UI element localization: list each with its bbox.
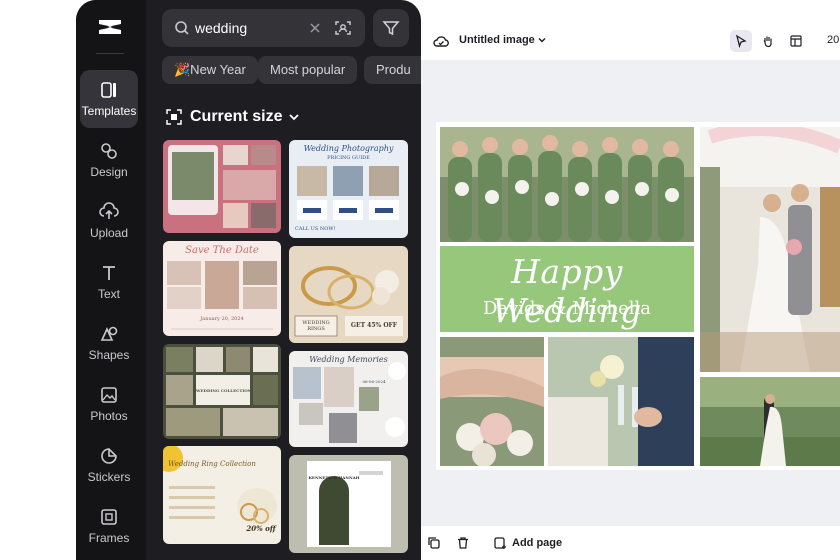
rings-photo[interactable] — [440, 337, 544, 466]
template-card[interactable]: WEDDING RINGS GET 45% OFF — [289, 246, 408, 343]
text-icon — [103, 266, 115, 280]
template-date: 06-06-2024 — [362, 379, 386, 384]
sidebar-item-label: Design — [90, 165, 128, 179]
sidebar-item-label: Templates — [81, 104, 137, 118]
embrace-image — [700, 377, 840, 466]
template-title: WEDDING RINGS — [302, 320, 330, 332]
embrace-photo[interactable] — [700, 377, 840, 466]
template-title: Wedding Photography — [303, 144, 394, 153]
page-actions-bar: Add page — [421, 526, 840, 560]
sidebar-item-frames[interactable]: Frames — [80, 497, 138, 555]
rings-image — [440, 337, 544, 466]
template-subtitle: PRICING GUIDE — [327, 155, 370, 161]
template-offer: 20% off — [246, 524, 276, 533]
sidebar-divider — [96, 53, 124, 54]
search-value: wedding — [195, 20, 248, 36]
layout-icon — [790, 35, 802, 47]
template-offer: GET 45% OFF — [350, 322, 398, 329]
search-input[interactable]: wedding — [162, 9, 365, 47]
chip-most-popular[interactable]: Most popular — [258, 56, 358, 84]
template-title: Wedding Memories — [309, 355, 388, 364]
couple-arch-image — [700, 127, 840, 372]
photos-icon — [101, 387, 117, 403]
sidebar-item-label: Text — [97, 287, 120, 301]
sidebar-item-upload[interactable]: Upload — [80, 192, 138, 250]
capcut-logo[interactable] — [96, 16, 124, 38]
hand-icon — [763, 36, 772, 48]
bridesmaids-image — [440, 127, 694, 242]
pointer-icon — [735, 34, 747, 48]
toast-photo[interactable] — [548, 337, 694, 466]
template-title: Wedding Ring Collection — [168, 460, 256, 468]
sidebar: Templates Design Upload Text Shapes Phot… — [76, 0, 146, 560]
chip-new-year[interactable]: 🎉New Year — [162, 56, 258, 84]
upload-icon — [99, 202, 119, 219]
app-root: Templates Design Upload Text Shapes Phot… — [0, 0, 840, 560]
sidebar-item-label: Shapes — [88, 348, 130, 362]
templates-icon — [101, 82, 116, 98]
add-page-button[interactable]: Add page — [493, 536, 562, 550]
size-selector[interactable]: Current size — [166, 106, 300, 128]
sidebar-item-shapes[interactable]: Shapes — [80, 314, 138, 372]
couple-arch-photo[interactable] — [700, 127, 840, 372]
bridesmaids-photo[interactable] — [440, 127, 694, 242]
canvas-names[interactable]: Davids & Michella — [440, 298, 694, 319]
stickers-icon — [101, 448, 117, 464]
template-card[interactable]: Wedding Photography PRICING GUIDE CALL U… — [289, 140, 408, 238]
camera-scan-icon[interactable] — [334, 19, 352, 37]
template-footer: January 20, 2024 — [200, 316, 244, 322]
template-preview — [289, 351, 408, 447]
template-card[interactable]: Wedding Ring Collection 20% off — [163, 446, 281, 544]
layout-button[interactable] — [785, 30, 807, 52]
template-card[interactable]: KENNETH & HANNAH — [289, 455, 408, 553]
sidebar-item-label: Stickers — [87, 470, 131, 484]
document-title[interactable]: Untitled image — [459, 34, 535, 46]
template-preview — [289, 455, 408, 553]
zoom-level[interactable]: 20 — [827, 34, 839, 46]
document-toolbar: Untitled image 20 — [421, 22, 840, 60]
editor-panel: Templates Design Upload Text Shapes Phot… — [76, 0, 421, 560]
resize-icon — [166, 109, 182, 125]
template-footer: CALL US NOW! — [295, 226, 336, 232]
sidebar-item-stickers[interactable]: Stickers — [80, 436, 138, 494]
template-card[interactable] — [163, 140, 281, 233]
filter-icon — [382, 21, 400, 36]
frames-icon — [101, 509, 117, 525]
chevron-down-icon — [289, 114, 300, 121]
title-banner[interactable]: Happy Wedding Davids & Michella — [440, 246, 694, 332]
hand-tool-button[interactable] — [757, 30, 779, 52]
close-icon[interactable] — [308, 21, 322, 35]
shapes-icon — [100, 326, 118, 341]
add-page-icon — [494, 537, 506, 549]
template-card[interactable]: Wedding Memories 06-06-2024 — [289, 351, 408, 447]
template-card[interactable]: Save The Date January 20, 2024 — [163, 241, 281, 336]
sidebar-item-design[interactable]: Design — [80, 131, 138, 189]
cloud-icon — [433, 36, 449, 47]
size-label: Current size — [190, 108, 283, 125]
sidebar-item-label: Photos — [90, 409, 128, 423]
chip-products[interactable]: Produ — [364, 56, 421, 84]
filter-button[interactable] — [373, 9, 409, 47]
chevron-down-icon[interactable] — [537, 35, 547, 45]
pointer-tool-button[interactable] — [730, 30, 752, 52]
template-card[interactable]: WEDDING COLLECTION — [163, 344, 281, 439]
add-page-label: Add page — [512, 537, 563, 549]
toast-image — [548, 337, 694, 466]
sidebar-item-templates[interactable]: Templates — [80, 70, 138, 128]
template-title: KENNETH & HANNAH — [308, 475, 360, 480]
search-icon — [175, 21, 189, 35]
template-preview — [163, 140, 281, 233]
design-icon — [101, 143, 117, 159]
template-title: Save The Date — [185, 245, 259, 256]
sidebar-item-label: Frames — [88, 531, 130, 545]
sidebar-item-label: Upload — [89, 226, 129, 240]
sidebar-item-photos[interactable]: Photos — [80, 375, 138, 433]
duplicate-icon[interactable] — [427, 536, 441, 550]
template-grid: Wedding Photography PRICING GUIDE CALL U… — [163, 140, 409, 560]
sidebar-item-text[interactable]: Text — [80, 253, 138, 311]
template-title: WEDDING COLLECTION — [196, 388, 252, 393]
trash-icon[interactable] — [456, 536, 470, 550]
